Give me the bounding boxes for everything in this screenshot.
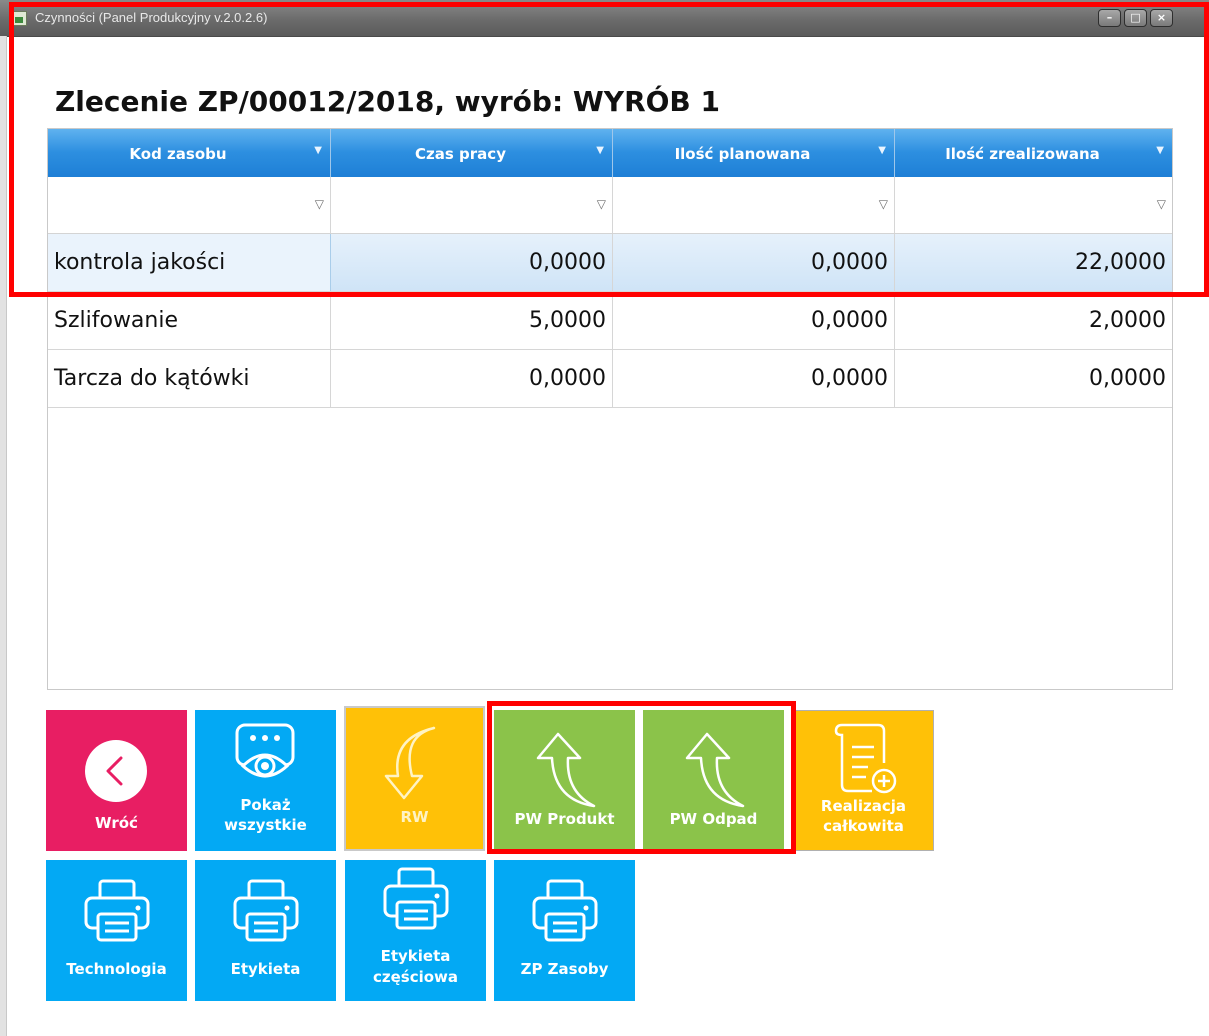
arrow-up-curved-icon (536, 732, 596, 808)
pw-waste-button[interactable]: PW Odpad (643, 710, 784, 851)
column-header-ilosc-planowana[interactable]: Ilość planowana ▼ (613, 129, 895, 177)
cell-kod-zasobu[interactable]: kontrola jakości (48, 234, 331, 291)
pw-waste-label: PW Odpad (669, 810, 758, 828)
rw-button-label: RW (400, 808, 429, 826)
app-icon (11, 11, 27, 26)
filter-row: ▽ ▽ ▽ ▽ (48, 177, 1172, 234)
print-partial-label-button[interactable]: Etykieta częściowa (345, 860, 486, 1001)
window-title: Czynności (Panel Produkcyjny v.2.0.2.6) (35, 10, 268, 25)
arrow-up-curved-icon (685, 732, 745, 808)
filter-cell-kod-zasobu[interactable]: ▽ (48, 177, 331, 233)
document-plus-icon (834, 723, 897, 794)
cell-ilosc-planowana[interactable]: 0,0000 (613, 234, 895, 291)
print-zp-resources-label: ZP Zasoby (520, 960, 609, 978)
rw-button[interactable]: RW (344, 706, 485, 851)
page-title: Zlecenie ZP/00012/2018, wyrób: WYRÓB 1 (55, 85, 720, 118)
window-left-border (0, 36, 7, 1036)
back-button[interactable]: Wróć (46, 710, 187, 851)
grid-body: kontrola jakości 0,0000 0,0000 22,0000 S… (48, 234, 1172, 408)
cell-ilosc-zrealizowana[interactable]: 0,0000 (895, 350, 1172, 407)
filter-funnel-icon[interactable]: ▽ (315, 197, 324, 211)
print-technology-label: Technologia (66, 960, 167, 978)
back-button-label: Wróć (95, 814, 138, 832)
filter-icon[interactable]: ▼ (1156, 145, 1164, 156)
eye-screen-icon (235, 723, 295, 778)
pw-product-button[interactable]: PW Produkt (494, 710, 635, 851)
filter-funnel-icon[interactable]: ▽ (1157, 197, 1166, 211)
filter-cell-ilosc-zrealizowana[interactable]: ▽ (895, 177, 1172, 233)
print-label-label: Etykieta (230, 960, 301, 978)
cell-czas-pracy[interactable]: 5,0000 (331, 292, 613, 349)
column-header-kod-zasobu[interactable]: Kod zasobu ▼ (48, 129, 331, 177)
column-header-label: Kod zasobu (129, 145, 227, 163)
column-header-label: Ilość planowana (674, 145, 811, 163)
cell-kod-zasobu[interactable]: Szlifowanie (48, 292, 331, 349)
filter-funnel-icon[interactable]: ▽ (597, 197, 606, 211)
column-header-label: Czas pracy (415, 145, 506, 163)
print-label-button[interactable]: Etykieta (195, 860, 336, 1001)
cell-czas-pracy[interactable]: 0,0000 (331, 350, 613, 407)
pw-product-label: PW Produkt (514, 810, 615, 828)
printer-icon (532, 879, 598, 942)
full-realization-label-2: całkowita (823, 817, 904, 835)
filter-funnel-icon[interactable]: ▽ (879, 197, 888, 211)
close-button[interactable]: × (1150, 9, 1173, 27)
filter-icon[interactable]: ▼ (878, 145, 886, 156)
filter-cell-czas-pracy[interactable]: ▽ (331, 177, 613, 233)
window-title-bar[interactable]: Czynności (Panel Produkcyjny v.2.0.2.6) … (0, 0, 1209, 37)
filter-cell-ilosc-planowana[interactable]: ▽ (613, 177, 895, 233)
cell-ilosc-zrealizowana[interactable]: 2,0000 (895, 292, 1172, 349)
filter-icon[interactable]: ▼ (596, 145, 604, 156)
printer-icon (383, 867, 449, 930)
filter-icon[interactable]: ▼ (314, 145, 322, 156)
show-all-button[interactable]: Pokaż wszystkie (195, 710, 336, 851)
show-all-label-1: Pokaż (240, 796, 291, 814)
printer-icon (84, 879, 150, 942)
print-technology-button[interactable]: Technologia (46, 860, 187, 1001)
table-row[interactable]: kontrola jakości 0,0000 0,0000 22,0000 (48, 234, 1172, 292)
full-realization-button[interactable]: Realizacja całkowita (793, 710, 934, 851)
grid-header: Kod zasobu ▼ Czas pracy ▼ Ilość planowana ▼… (48, 129, 1172, 177)
cell-ilosc-zrealizowana[interactable]: 22,0000 (895, 234, 1172, 291)
column-header-ilosc-zrealizowana[interactable]: Ilość zrealizowana ▼ (895, 129, 1172, 177)
chevron-left-circle-icon (85, 740, 147, 802)
column-header-label: Ilość zrealizowana (945, 145, 1100, 163)
arrow-down-curved-icon (384, 726, 436, 800)
cell-czas-pracy[interactable]: 0,0000 (331, 234, 613, 291)
cell-ilosc-planowana[interactable]: 0,0000 (613, 292, 895, 349)
maximize-button[interactable]: □ (1124, 9, 1147, 27)
printer-icon (233, 879, 299, 942)
table-row[interactable]: Szlifowanie 5,0000 0,0000 2,0000 (48, 292, 1172, 350)
cell-ilosc-planowana[interactable]: 0,0000 (613, 350, 895, 407)
cell-kod-zasobu[interactable]: Tarcza do kątówki (48, 350, 331, 407)
show-all-label-2: wszystkie (224, 816, 307, 834)
column-header-czas-pracy[interactable]: Czas pracy ▼ (331, 129, 613, 177)
print-partial-label-1: Etykieta (380, 947, 451, 965)
operations-grid[interactable]: Kod zasobu ▼ Czas pracy ▼ Ilość planowana ▼… (47, 128, 1173, 690)
minimize-button[interactable]: – (1098, 9, 1121, 27)
print-zp-resources-button[interactable]: ZP Zasoby (494, 860, 635, 1001)
print-partial-label-2: częściowa (372, 968, 459, 986)
full-realization-label-1: Realizacja (820, 797, 907, 815)
table-row[interactable]: Tarcza do kątówki 0,0000 0,0000 0,0000 (48, 350, 1172, 408)
